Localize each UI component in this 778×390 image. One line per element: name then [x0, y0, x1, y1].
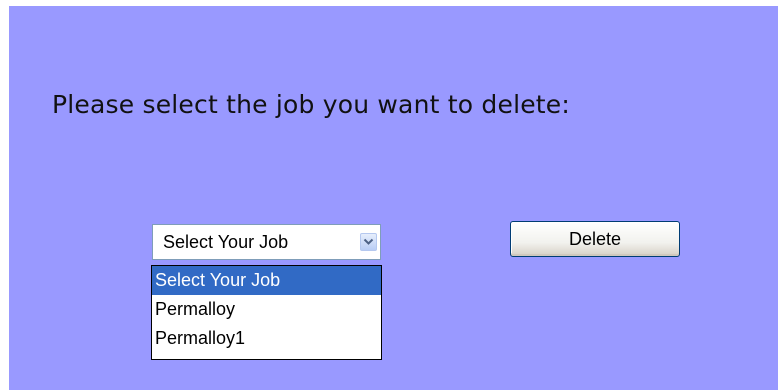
delete-job-panel: Please select the job you want to delete… — [9, 6, 778, 390]
job-dropdown-list: Select Your Job Permalloy Permalloy1 — [151, 265, 382, 360]
option-permalloy[interactable]: Permalloy — [152, 295, 381, 324]
delete-button[interactable]: Delete — [510, 221, 680, 257]
job-select[interactable]: Select Your Job — [152, 224, 381, 260]
dropdown-arrow-button[interactable] — [360, 233, 377, 251]
job-select-value: Select Your Job — [163, 232, 289, 252]
page-heading: Please select the job you want to delete… — [52, 90, 571, 119]
option-select-your-job[interactable]: Select Your Job — [152, 266, 381, 295]
option-permalloy1[interactable]: Permalloy1 — [152, 324, 381, 353]
chevron-down-icon — [363, 238, 374, 245]
